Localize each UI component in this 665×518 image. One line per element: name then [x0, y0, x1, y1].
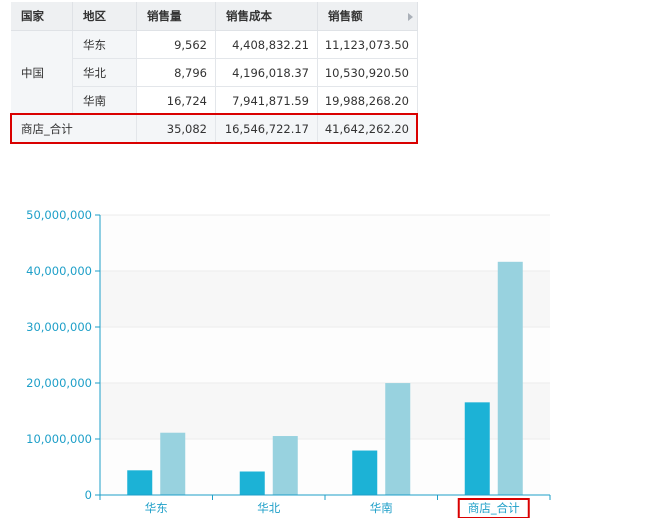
plot-band	[100, 327, 550, 383]
x-axis-labels: 华东 华北 华南 商店_合计	[145, 498, 530, 518]
x-tick-label: 华北	[257, 501, 280, 515]
y-tick-label: 30,000,000	[26, 320, 92, 334]
x-tick-label: 华南	[370, 501, 393, 515]
header-quantity[interactable]: 销售量	[137, 2, 216, 31]
gridlines	[100, 214, 550, 496]
bar[interactable]	[497, 261, 523, 495]
x-tick-label: 商店_合计	[468, 501, 520, 515]
cost-cell: 4,196,018.37	[216, 59, 318, 87]
sales-cell: 10,530,920.50	[318, 59, 418, 87]
plot-band	[100, 383, 550, 439]
bar[interactable]	[385, 383, 411, 495]
plot-band	[100, 271, 550, 327]
quantity-cell: 9,562	[137, 31, 216, 59]
header-label: 国家	[21, 9, 44, 23]
cost-cell: 7,941,871.59	[216, 87, 318, 115]
bars	[127, 261, 523, 495]
plot-band	[100, 215, 550, 271]
bar[interactable]	[272, 436, 298, 495]
plot-bands	[100, 215, 550, 495]
header-label: 地区	[83, 9, 106, 23]
y-tick-label: 20,000,000	[26, 376, 92, 390]
y-tick-label: 0	[85, 488, 92, 502]
y-tick-label: 50,000,000	[26, 208, 92, 222]
total-row-highlight	[10, 113, 418, 144]
y-axis-labels: 50,000,000 40,000,000 30,000,000 20,000,000…	[26, 208, 92, 502]
header-label: 销售量	[147, 9, 182, 23]
axes	[95, 214, 551, 500]
quantity-cell: 8,796	[137, 59, 216, 87]
sales-cell: 11,123,073.50	[318, 31, 418, 59]
bar[interactable]	[352, 450, 378, 495]
header-label: 销售额	[328, 9, 363, 23]
data-table: 国家 地区 销售量 销售成本 销售额 中国 华东 9,562 4,408,832…	[10, 2, 418, 144]
country-cell: 中国	[11, 31, 73, 115]
header-sales[interactable]: 销售额	[318, 2, 418, 31]
highlight-box	[457, 498, 530, 518]
cost-cell: 4,408,832.21	[216, 31, 318, 59]
header-label: 销售成本	[226, 9, 272, 23]
region-cell: 华南	[73, 87, 137, 115]
x-tick-label: 华东	[145, 501, 168, 515]
header-cost[interactable]: 销售成本	[216, 2, 318, 31]
bar[interactable]	[127, 470, 153, 495]
bar[interactable]	[239, 471, 265, 495]
quantity-cell: 16,724	[137, 87, 216, 115]
plot-band	[100, 439, 550, 495]
sales-cell: 19,988,268.20	[318, 87, 418, 115]
region-cell: 华东	[73, 31, 137, 59]
bar[interactable]	[160, 432, 186, 495]
y-tick-label: 40,000,000	[26, 264, 92, 278]
header-region[interactable]: 地区	[73, 2, 137, 31]
bar[interactable]	[464, 402, 490, 495]
region-cell: 华北	[73, 59, 137, 87]
y-tick-label: 10,000,000	[26, 432, 92, 446]
sort-arrow-icon[interactable]	[408, 13, 413, 21]
header-country[interactable]: 国家	[11, 2, 73, 31]
